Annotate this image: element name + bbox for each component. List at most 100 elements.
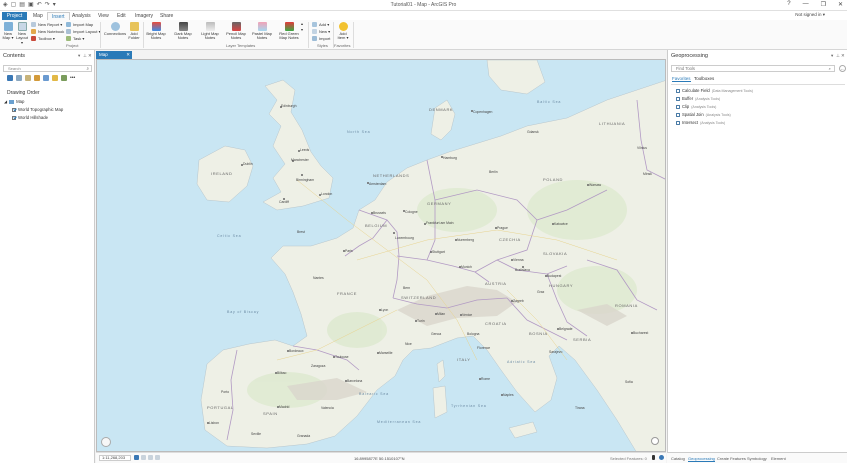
- tab-catalog[interactable]: Catalog: [671, 456, 685, 461]
- pin-icon[interactable]: ⊥: [836, 53, 840, 59]
- ribbon: New Map ▾ New Layout ▾ New Report ▾ New …: [0, 20, 847, 50]
- import-map-button[interactable]: Import Map: [66, 21, 93, 28]
- style-new-button[interactable]: New ▾: [312, 28, 330, 35]
- map-view[interactable]: IRELAND DENMARK NETHERLANDS GERMANY POLA…: [96, 59, 666, 452]
- layer-visibility-checkbox[interactable]: [12, 115, 16, 120]
- drawing-order-icon[interactable]: [7, 75, 13, 81]
- toolbox-button[interactable]: Toolbox ▾: [31, 35, 55, 42]
- new-notebook-button[interactable]: New Notebook: [31, 28, 64, 35]
- add-item-button[interactable]: Add Item ▾: [336, 22, 350, 41]
- editing-icon[interactable]: [34, 75, 40, 81]
- tab-share[interactable]: Share: [156, 12, 177, 20]
- close-pane-icon[interactable]: ✕: [88, 53, 92, 59]
- tool-name: Intersect: [682, 120, 699, 125]
- tab-symbology[interactable]: Symbology: [747, 456, 767, 461]
- contents-search-input[interactable]: Search ⌕: [3, 65, 92, 72]
- tab-map[interactable]: Map: [29, 12, 47, 20]
- tab-element[interactable]: Element: [771, 456, 786, 461]
- maximize-button[interactable]: ❐: [821, 1, 826, 8]
- charts-icon[interactable]: [61, 75, 67, 81]
- expand-icon[interactable]: ◢: [4, 99, 7, 104]
- labeling-icon[interactable]: [52, 75, 58, 81]
- pause-icon[interactable]: [652, 455, 655, 460]
- tab-toolboxes[interactable]: Toolboxes: [694, 76, 714, 81]
- group-label-favorites: Favorites: [334, 43, 351, 48]
- gallery-scroll[interactable]: ▴ ▾: [301, 21, 303, 33]
- map-country-label: NETHERLANDS: [373, 173, 410, 178]
- style-add-button[interactable]: Add ▾: [312, 21, 329, 28]
- add-folder-button[interactable]: Add Folder: [127, 22, 141, 41]
- template-dark-button[interactable]: Dark Map Notes: [173, 22, 193, 41]
- map-city-label: Lisbon: [209, 421, 219, 425]
- minimize-button[interactable]: —: [803, 1, 809, 8]
- template-light-button[interactable]: Light Map Notes: [200, 22, 220, 41]
- more-icon[interactable]: •••: [70, 75, 75, 81]
- map-grid-icon[interactable]: [134, 455, 139, 460]
- tab-analysis[interactable]: Analysis: [68, 12, 95, 20]
- fit-icon[interactable]: [155, 455, 160, 460]
- map-city-label: Marseille: [379, 351, 393, 355]
- new-layout-button[interactable]: New Layout ▾: [15, 22, 29, 45]
- tool-item[interactable]: Intersect (Analysis Tools): [676, 120, 725, 125]
- sign-in-status[interactable]: Not signed in ▾: [795, 12, 825, 18]
- layout-grid-icon[interactable]: [141, 455, 146, 460]
- tree-item-layer[interactable]: World Topographic Map: [12, 107, 63, 112]
- tool-item[interactable]: Spatial Join (Analysis Tools): [676, 112, 731, 117]
- template-pencil-button[interactable]: Pencil Map Notes: [226, 22, 246, 41]
- task-button[interactable]: Task ▾: [66, 35, 84, 42]
- tab-view[interactable]: View: [94, 12, 113, 20]
- tree-item-layer[interactable]: World Hillshade: [12, 115, 48, 120]
- map-city-label: Bordeaux: [289, 349, 304, 353]
- style-new-label: New ▾: [319, 29, 331, 34]
- tab-insert[interactable]: Insert: [47, 12, 70, 20]
- refresh-icon[interactable]: [659, 455, 664, 460]
- close-tab-icon[interactable]: ✕: [126, 51, 130, 59]
- close-pane-icon[interactable]: ✕: [841, 53, 845, 59]
- data-source-icon[interactable]: [16, 75, 22, 81]
- map-view-tab[interactable]: Map ✕: [96, 51, 132, 59]
- pane-options-icon[interactable]: ▾: [831, 53, 833, 59]
- template-dark-label: Dark Map Notes: [174, 31, 192, 41]
- selection-icon[interactable]: [25, 75, 31, 81]
- pane-options-icon[interactable]: ▾: [78, 53, 80, 59]
- tab-project[interactable]: Project: [2, 12, 27, 20]
- tool-item[interactable]: Clip (Analysis Tools): [676, 104, 716, 109]
- new-report-button[interactable]: New Report ▾: [31, 21, 62, 28]
- star-icon: [338, 22, 348, 31]
- snapping-icon[interactable]: [43, 75, 49, 81]
- north-arrow-icon[interactable]: [651, 437, 659, 445]
- tab-edit[interactable]: Edit: [113, 12, 130, 20]
- find-tools-input[interactable]: Find Tools ⌕: [671, 65, 835, 72]
- template-redgreen-button[interactable]: Red Green Map Notes: [278, 22, 300, 41]
- group-label-project: Project: [66, 43, 79, 48]
- close-button[interactable]: ✕: [838, 1, 843, 8]
- connections-button[interactable]: Connections: [103, 22, 127, 36]
- back-icon[interactable]: ←: [839, 65, 846, 72]
- map-country-label: SWITZERLAND: [401, 295, 437, 300]
- tool-item[interactable]: Buffer (Analysis Tools): [676, 96, 720, 101]
- city-marker: [301, 174, 303, 176]
- help-button[interactable]: ?: [787, 1, 790, 8]
- new-map-button[interactable]: New Map ▾: [2, 22, 14, 41]
- tool-item[interactable]: Calculate Field (Data Management Tools): [676, 88, 753, 93]
- navigator-icon[interactable]: [101, 437, 111, 447]
- layout-icon: [17, 22, 27, 31]
- tab-create-features[interactable]: Create Features: [717, 456, 746, 461]
- tab-geoprocessing[interactable]: Geoprocessing: [688, 456, 715, 462]
- scroll-down-icon[interactable]: ▾: [301, 27, 303, 33]
- tree-item-map[interactable]: ◢ Map: [4, 99, 24, 104]
- tab-favorites[interactable]: Favorites: [672, 76, 691, 82]
- template-pastel-button[interactable]: Pastel Map Notes: [252, 22, 272, 41]
- scale-dropdown[interactable]: 1:11,268,203: [99, 455, 131, 461]
- layer-visibility-checkbox[interactable]: [12, 107, 16, 112]
- pin-icon[interactable]: ⊥: [83, 53, 87, 59]
- snapping-icon[interactable]: [148, 455, 153, 460]
- template-bright-button[interactable]: Bright Map Notes: [146, 22, 166, 41]
- map-city-label: Nice: [405, 342, 412, 346]
- coordinate-readout: 16.8995877E 50.1510107°N: [354, 456, 405, 461]
- style-import-button[interactable]: Import: [312, 35, 330, 42]
- import-layout-button[interactable]: Import Layout ▾: [66, 28, 101, 35]
- corsica-land: [436, 359, 446, 383]
- tab-imagery[interactable]: Imagery: [131, 12, 157, 20]
- map-city-label: Cologne: [405, 210, 418, 214]
